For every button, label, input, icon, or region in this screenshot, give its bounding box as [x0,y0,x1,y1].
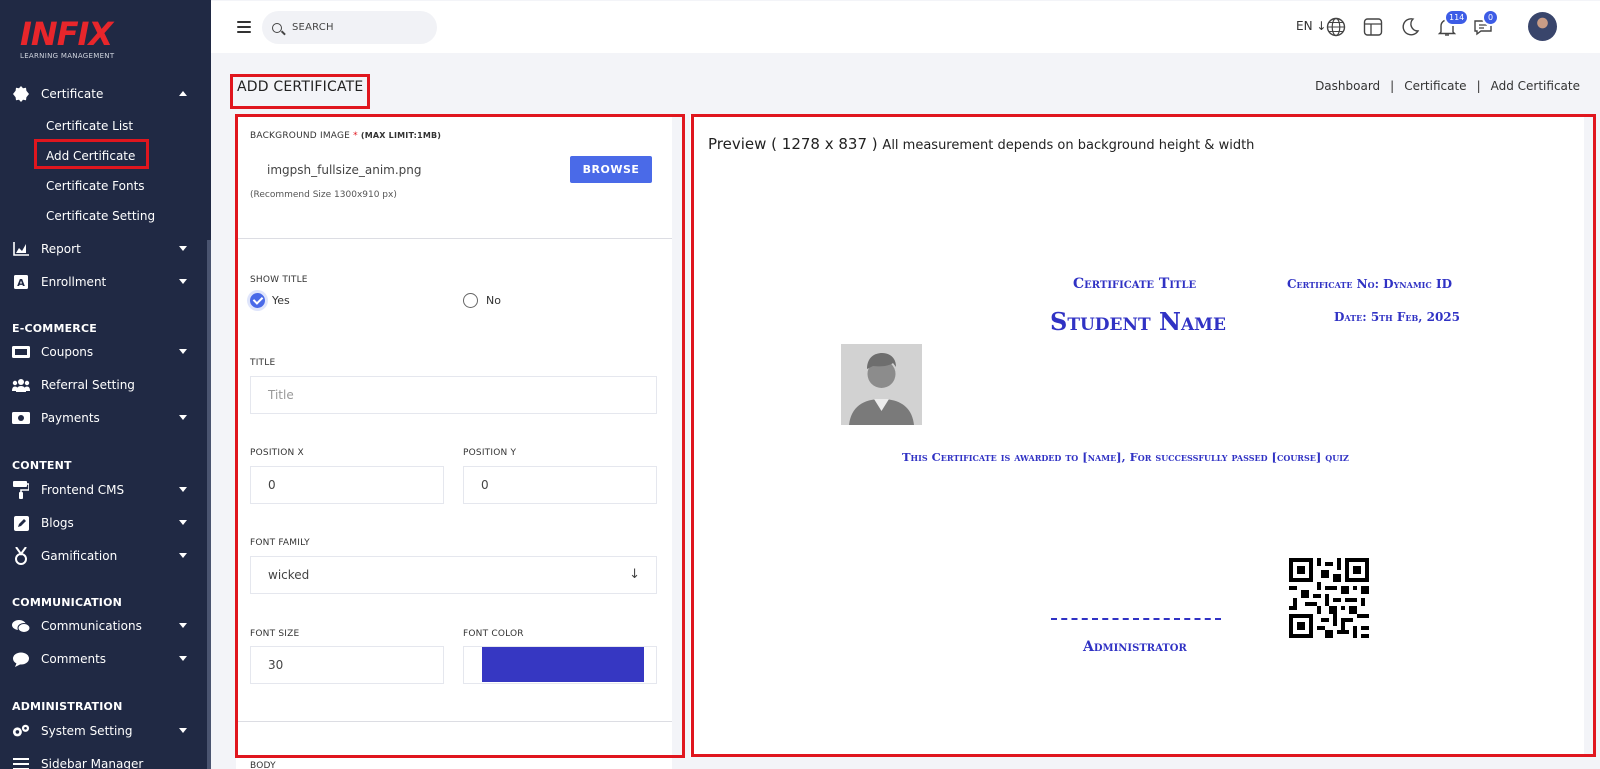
chevron-up-icon [179,91,187,96]
globe-icon[interactable] [1326,17,1346,37]
coupon-icon [12,343,30,361]
chevron-down-icon [179,656,187,661]
sidebar-item-label: Enrollment [41,275,107,289]
sidebar-item-referral-setting[interactable]: Referral Setting [0,371,207,399]
chevron-down-icon [179,246,187,251]
sidebar-item-label: Blogs [41,516,74,530]
search-icon [272,22,282,33]
paint-roller-icon [12,481,30,499]
medal-icon [12,547,30,565]
sidebar-item-label: Communications [41,619,142,633]
section-content: CONTENT [12,459,72,472]
breadcrumb-dashboard[interactable]: Dashboard [1315,79,1380,93]
svg-text:A: A [17,278,25,289]
sidebar-item-label: Frontend CMS [41,483,125,497]
sidebar-item-coupons[interactable]: Coupons [0,338,207,366]
users-icon [12,376,30,394]
chevron-down-icon [179,520,187,525]
sidebar-item-sidebar-manager[interactable]: Sidebar Manager [0,750,207,769]
breadcrumb-separator: | [1476,79,1481,93]
sidebar-item-label: Sidebar Manager [41,757,144,769]
highlight-box-add-certificate [34,139,149,169]
highlight-box-page-title [230,74,370,109]
sidebar-item-blogs[interactable]: Blogs [0,509,207,537]
gears-icon [12,722,30,740]
badge-certificate-icon [12,85,30,103]
enrollment-icon: A [12,273,30,291]
chevron-down-icon [179,623,187,628]
top-bar: SEARCH EN ↓ 114 0 [211,1,1600,53]
chevron-down-icon [179,728,187,733]
sidebar-item-label: Certificate [41,87,104,101]
search-input[interactable]: SEARCH [292,22,334,33]
sidebar-item-comments[interactable]: Comments [0,645,207,673]
search-bar[interactable]: SEARCH [262,11,437,44]
section-communication: COMMUNICATION [12,596,123,609]
breadcrumb-certificate[interactable]: Certificate [1404,79,1466,93]
logo-brand: INFIX [20,15,113,53]
language-code: EN [1296,19,1313,33]
comment-icon [12,650,30,668]
chat-icon [12,617,30,635]
sidebar-item-label: Payments [41,411,100,425]
chevron-down-icon [179,553,187,558]
sidebar-item-label: Report [41,242,81,256]
bars-icon [12,755,30,769]
layout-icon[interactable] [1363,17,1383,37]
sidebar-item-report[interactable]: Report [0,235,207,263]
sidebar-item-label: Referral Setting [41,378,135,392]
moon-icon[interactable] [1400,17,1420,37]
section-administration: ADMINISTRATION [12,700,123,713]
logo-tagline: LEARNING MANAGEMENT [20,52,115,60]
arrow-down-icon: ↓ [1316,19,1327,33]
sidebar-scrollbar[interactable] [207,240,211,769]
sidebar-item-label: Coupons [41,345,94,359]
breadcrumb: Dashboard | Certificate | Add Certificat… [1315,79,1580,93]
chevron-down-icon [179,349,187,354]
chevron-down-icon [179,415,187,420]
app-logo[interactable]: INFIX LEARNING MANAGEMENT [20,18,114,60]
chevron-down-icon [179,279,187,284]
edit-icon [12,514,30,532]
messages-badge: 0 [1482,9,1499,26]
sidebar-item-certificate[interactable]: Certificate [0,80,207,108]
sidebar-subitem-certificate-list[interactable]: Certificate List [46,119,133,133]
highlight-box-preview [691,114,1596,757]
sidebar-item-system-setting[interactable]: System Setting [0,717,207,745]
chevron-down-icon [179,487,187,492]
sidebar-subitem-certificate-fonts[interactable]: Certificate Fonts [46,179,145,193]
sidebar: INFIX LEARNING MANAGEMENT Certificate Ce… [0,0,211,769]
sidebar-item-label: Comments [41,652,107,666]
payment-icon [12,409,30,427]
sidebar-item-label: Gamification [41,549,118,563]
sidebar-item-communications[interactable]: Communications [0,612,207,640]
chart-icon [12,240,30,258]
sidebar-subitem-certificate-setting[interactable]: Certificate Setting [46,209,155,223]
sidebar-item-gamification[interactable]: Gamification [0,542,207,570]
menu-toggle-icon[interactable] [237,21,251,36]
sidebar-item-payments[interactable]: Payments [0,404,207,432]
user-avatar[interactable] [1528,12,1557,41]
breadcrumb-separator: | [1390,79,1395,93]
notifications-badge: 114 [1444,9,1470,26]
sidebar-item-frontend-cms[interactable]: Frontend CMS [0,476,207,504]
highlight-box-form [235,114,685,758]
section-ecommerce: E-COMMERCE [12,322,97,335]
sidebar-item-enrollment[interactable]: A Enrollment [0,268,207,296]
breadcrumb-add-certificate: Add Certificate [1490,79,1580,93]
body-label: BODY [250,761,276,769]
sidebar-item-label: System Setting [41,724,133,738]
language-selector[interactable]: EN ↓ [1296,19,1326,33]
